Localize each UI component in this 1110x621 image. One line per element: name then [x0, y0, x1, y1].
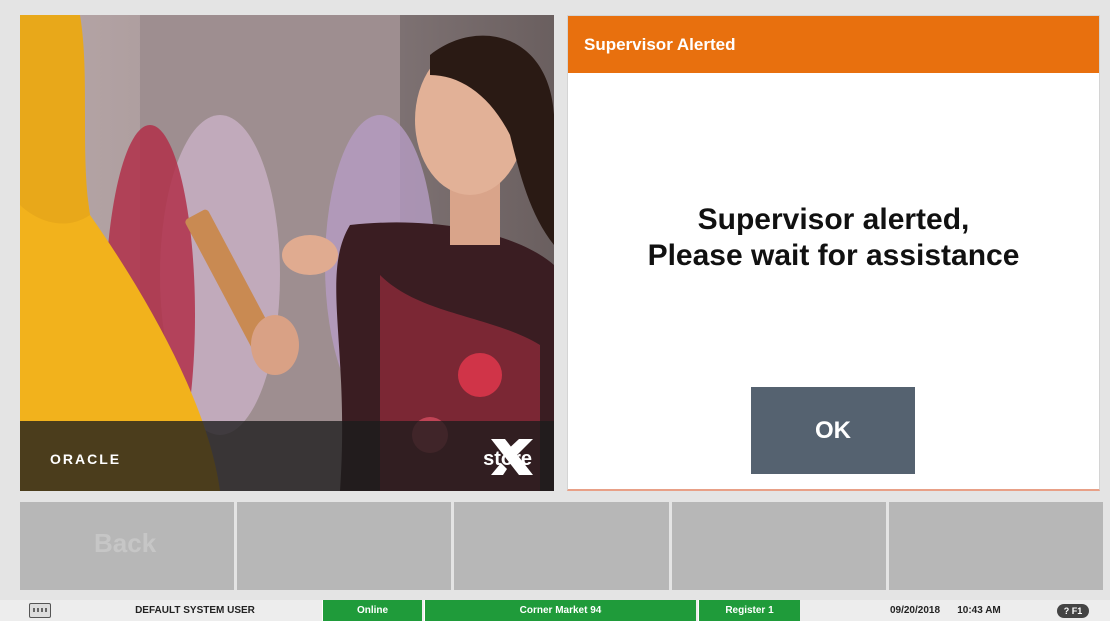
function-button-2[interactable] [237, 502, 452, 590]
brand-bar: ORACLE store [20, 421, 554, 491]
keyboard-icon [29, 603, 51, 618]
help-button[interactable]: ? F1 [1052, 600, 1094, 621]
supervisor-alert-dialog: Supervisor Alerted Supervisor alerted, P… [567, 15, 1100, 491]
oracle-logo: ORACLE [50, 451, 122, 467]
status-register: Register 1 [698, 600, 800, 621]
dialog-title: Supervisor Alerted [568, 16, 1099, 73]
dialog-message-line-1: Supervisor alerted, [697, 203, 970, 236]
back-button-label: Back [94, 528, 157, 558]
xstore-x-icon [491, 439, 534, 475]
ok-button[interactable]: OK [751, 387, 915, 474]
help-icon: ? F1 [1056, 603, 1090, 618]
function-button-3[interactable] [454, 502, 669, 590]
status-bar: DEFAULT SYSTEM USER Online Corner Market… [0, 600, 1110, 621]
back-button[interactable]: Back [20, 502, 235, 590]
hero-illustration [20, 15, 554, 491]
status-time: 10:43 AM [957, 605, 1001, 616]
status-user: DEFAULT SYSTEM USER [135, 605, 255, 616]
keyboard-button[interactable] [20, 600, 60, 621]
dialog-message-line-2: Please wait for assistance [647, 239, 1020, 272]
dialog-message: Supervisor alerted, Please wait for assi… [568, 202, 1099, 274]
function-button-5[interactable] [888, 502, 1104, 590]
hero-image: ORACLE store [20, 15, 554, 491]
function-button-4[interactable] [671, 502, 886, 590]
status-date: 09/20/2018 [889, 605, 941, 616]
status-store: Corner Market 94 [424, 600, 696, 621]
status-connection: Online [322, 600, 422, 621]
function-button-row: Back [20, 502, 1104, 590]
xstore-logo: store [483, 437, 534, 477]
